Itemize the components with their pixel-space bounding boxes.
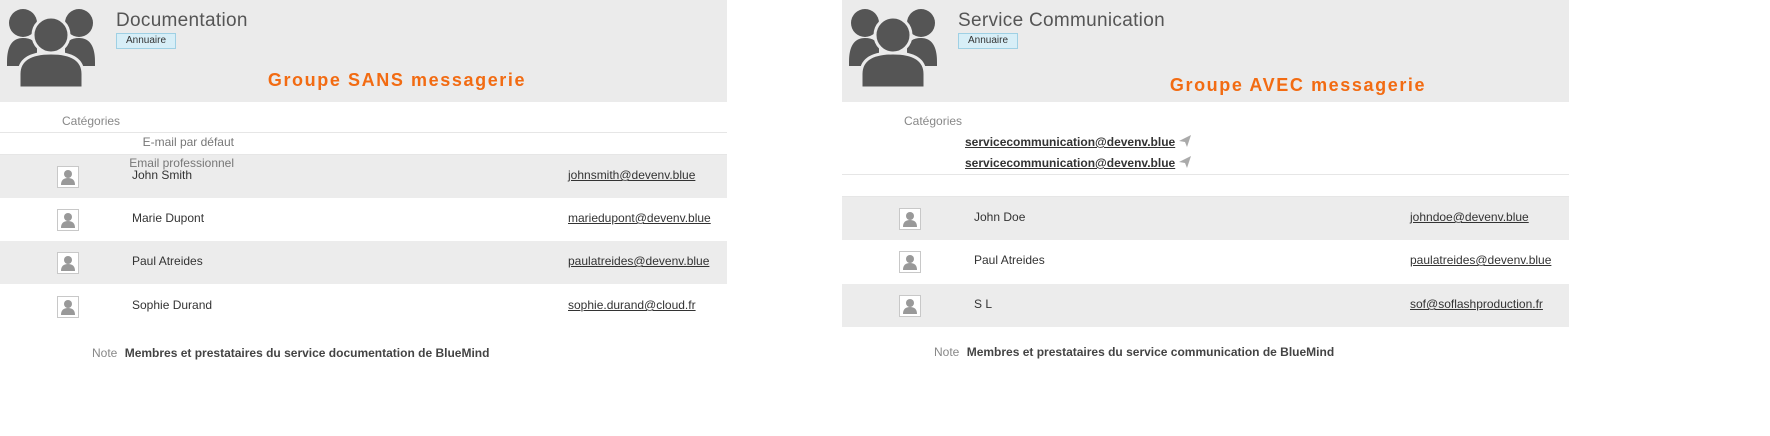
email-value-link[interactable]: servicecommunication@devenv.blue [965,156,1175,170]
contact-placeholder-icon [899,208,921,230]
member-name: Paul Atreides [132,254,203,268]
note-label: Note [92,346,118,360]
email-label: Email professionnel [129,156,234,170]
member-email-link[interactable]: sophie.durand@cloud.fr [568,298,696,312]
member-row[interactable]: Paul Atreides paulatreides@devenv.blue [0,241,727,284]
group-avatar-icon [849,9,937,88]
contact-placeholder-icon [57,296,79,318]
member-name: Sophie Durand [132,298,213,312]
group-title: Documentation [116,10,248,31]
group-avatar-icon [7,9,95,88]
member-row[interactable]: S L sof@soflashproduction.fr [842,284,1569,327]
group-header: Service Communication Annuaire Groupe AV… [842,0,1569,102]
group-note: Note Membres et prestataires du service … [934,345,1334,359]
member-email-link[interactable]: sof@soflashproduction.fr [1410,297,1543,311]
directory-badge: Annuaire [116,33,177,49]
group-title: Service Communication [958,10,1165,31]
member-email-link[interactable]: paulatreides@devenv.blue [1410,253,1551,267]
contact-placeholder-icon [57,252,79,274]
email-value-link[interactable]: servicecommunication@devenv.blue [965,135,1175,149]
member-email-link[interactable]: mariedupont@devenv.blue [568,211,711,225]
member-email-link[interactable]: johndoe@devenv.blue [1410,210,1529,224]
divider [842,174,1569,175]
group-header: Documentation Annuaire Groupe SANS messa… [0,0,727,102]
member-name: Marie Dupont [132,211,205,225]
categories-label: Catégories [904,114,963,128]
member-row[interactable]: Paul Atreides paulatreides@devenv.blue [842,240,1569,283]
group-note: Note Membres et prestataires du service … [92,346,489,360]
member-row[interactable]: Sophie Durand sophie.durand@cloud.fr [0,285,727,328]
directory-badge: Annuaire [958,33,1019,49]
member-name: John Doe [974,210,1026,224]
member-row[interactable]: John Doe johndoe@devenv.blue [842,197,1569,240]
note-value: Membres et prestataires du service docum… [124,346,490,360]
divider [0,132,727,133]
send-mail-icon[interactable] [1178,155,1192,169]
note-value: Membres et prestataires du service commu… [966,345,1335,359]
group-type-annotation: Groupe AVEC messagerie [1169,75,1427,95]
contact-placeholder-icon [57,209,79,231]
member-name: Paul Atreides [974,253,1045,267]
email-label: E-mail par défaut [142,135,234,149]
group-card-documentation: Documentation Annuaire Groupe SANS messa… [0,0,727,436]
group-type-annotation: Groupe SANS messagerie [267,70,527,90]
send-mail-icon[interactable] [1178,134,1192,148]
contact-placeholder-icon [57,166,79,188]
member-name: S L [974,297,993,311]
contact-placeholder-icon [899,295,921,317]
categories-label: Catégories [62,114,121,128]
contact-placeholder-icon [899,251,921,273]
member-row[interactable]: Marie Dupont mariedupont@devenv.blue [0,198,727,241]
member-email-link[interactable]: johnsmith@devenv.blue [568,168,695,182]
member-email-link[interactable]: paulatreides@devenv.blue [568,254,709,268]
group-card-service-communication: Service Communication Annuaire Groupe AV… [129,0,1569,436]
note-label: Note [934,345,960,359]
member-name: John Smith [132,168,193,182]
